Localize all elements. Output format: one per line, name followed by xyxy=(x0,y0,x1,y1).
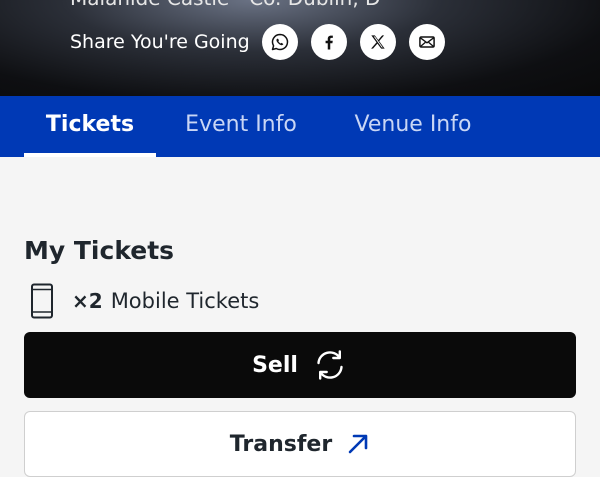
ticket-quantity: ×2 xyxy=(72,289,103,313)
tab-event-info[interactable]: Event Info xyxy=(166,96,316,157)
active-tab-indicator xyxy=(24,153,156,157)
transfer-button-label: Transfer xyxy=(229,431,333,457)
sell-button-label: Sell xyxy=(252,352,298,378)
sell-button[interactable]: Sell xyxy=(24,332,576,398)
ticket-count: ×2 Mobile Tickets xyxy=(30,283,259,319)
refresh-icon xyxy=(317,350,343,380)
arrow-up-right-icon xyxy=(348,434,368,454)
x-icon xyxy=(370,35,385,49)
whatsapp-icon xyxy=(271,33,288,51)
facebook-icon xyxy=(325,35,333,50)
mobile-phone-icon xyxy=(31,283,53,319)
mail-icon xyxy=(418,36,435,48)
share-facebook-button[interactable] xyxy=(310,24,347,60)
share-label: Share You're Going xyxy=(70,31,250,53)
tab-bar: Tickets Event Info Venue Info xyxy=(0,96,600,157)
event-header: Malahide Castle - Co. Dublin, D Share Yo… xyxy=(0,0,600,96)
tab-venue-info[interactable]: Venue Info xyxy=(338,96,488,157)
share-email-button[interactable] xyxy=(408,24,445,60)
venue-location: Malahide Castle - Co. Dublin, D xyxy=(70,0,380,10)
my-tickets-heading: My Tickets xyxy=(24,236,175,265)
share-row: Share You're Going xyxy=(70,24,458,60)
tab-tickets[interactable]: Tickets xyxy=(24,96,156,157)
transfer-button[interactable]: Transfer xyxy=(24,411,576,477)
ticket-type-label: Mobile Tickets xyxy=(110,289,260,313)
share-whatsapp-button[interactable] xyxy=(261,24,298,60)
share-x-button[interactable] xyxy=(359,24,396,60)
